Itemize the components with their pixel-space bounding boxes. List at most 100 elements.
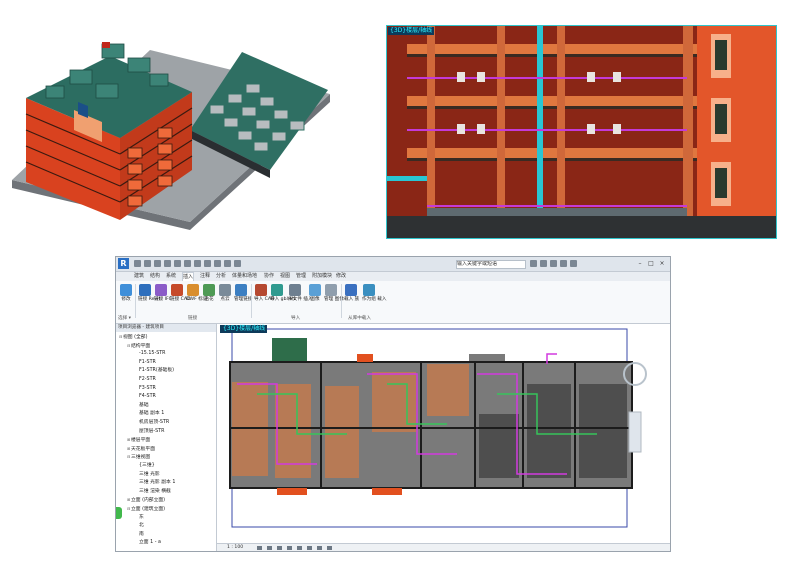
- tab-annotate[interactable]: 注释: [200, 272, 210, 281]
- insert-from-file-button[interactable]: 从文件 插入: [288, 284, 312, 302]
- load-family-button[interactable]: 载入 族: [344, 284, 359, 302]
- tab-analyze[interactable]: 分析: [216, 272, 226, 281]
- tab-manage[interactable]: 管理: [296, 272, 306, 281]
- tree-item[interactable]: 屋顶层-STR: [135, 429, 164, 435]
- tree-item[interactable]: F1-STR: [135, 360, 156, 366]
- manage-links-label: 管理链接: [234, 297, 253, 302]
- sun-path-icon[interactable]: [277, 546, 282, 550]
- tab-collaborate[interactable]: 协作: [264, 272, 274, 281]
- manage-images-button[interactable]: 管理 图像: [324, 284, 344, 302]
- favorites-icon[interactable]: [560, 260, 567, 267]
- tree-item[interactable]: 基础 副本 1: [135, 411, 164, 417]
- point-cloud-icon: [219, 284, 231, 296]
- tree-item[interactable]: ⊟视图 (全部): [119, 334, 147, 341]
- thin-lines-icon[interactable]: [224, 260, 231, 267]
- save-icon[interactable]: [144, 260, 151, 267]
- help-icon[interactable]: [570, 260, 577, 267]
- tree-item[interactable]: 三维 光影: [135, 472, 160, 478]
- communication-icon[interactable]: [550, 260, 557, 267]
- show-crop-region-icon[interactable]: [307, 546, 312, 550]
- tree-item[interactable]: F2-STR: [135, 377, 156, 383]
- tab-structure[interactable]: 结构: [150, 272, 160, 281]
- drawing-canvas[interactable]: {3D}楼层/轴线: [217, 324, 670, 543]
- tree-item-label: 基础: [139, 402, 149, 408]
- open-icon[interactable]: [134, 260, 141, 267]
- point-cloud-button[interactable]: 点云: [218, 284, 232, 302]
- dwf-markup-button[interactable]: DWF 标记: [186, 284, 207, 302]
- tab-architecture[interactable]: 建筑: [134, 272, 144, 281]
- crop-view-icon[interactable]: [297, 546, 302, 550]
- link-cad-button[interactable]: 链接 CAD: [170, 284, 191, 302]
- tree-item[interactable]: 机房层顶-STR: [135, 420, 169, 426]
- load-family-icon: [345, 284, 357, 296]
- tab-systems[interactable]: 系统: [166, 272, 176, 281]
- section-icon[interactable]: [214, 260, 221, 267]
- tree-item[interactable]: F3-STR: [135, 386, 156, 392]
- image-button[interactable]: 图像: [308, 284, 322, 302]
- modify-button[interactable]: 修改: [119, 284, 133, 302]
- tree-item[interactable]: 南: [135, 532, 144, 538]
- tree-item-label: 三维视图: [131, 455, 151, 461]
- load-as-group-button[interactable]: 作为组 载入: [362, 284, 386, 302]
- visual-style-icon[interactable]: [267, 546, 272, 550]
- tree-item[interactable]: F4-STR: [135, 394, 156, 400]
- steeringwheel-tab[interactable]: [116, 507, 122, 519]
- ribbon-group-select[interactable]: 选择 ▾: [118, 315, 131, 321]
- tree-item-label: 立面 1 - a: [139, 540, 161, 546]
- import-gbxml-button[interactable]: 导入 gbXML: [270, 284, 296, 302]
- tree-item[interactable]: 立面 1 - a: [135, 540, 161, 546]
- tree-item[interactable]: ⊟立面 (建筑立面): [127, 506, 165, 513]
- tree-item[interactable]: ⊟三维视图: [127, 454, 150, 461]
- tree-item-label: 东: [139, 514, 144, 520]
- app-menu-button[interactable]: R: [118, 258, 129, 269]
- redo-icon[interactable]: [164, 260, 171, 267]
- tree-item-label: 视图 (全部): [123, 335, 148, 340]
- tree-item[interactable]: F1-STR(基础板): [135, 368, 174, 374]
- tree-item[interactable]: ⊞立面 (内部立面): [127, 497, 165, 504]
- tree-item-label: F1-STR: [139, 359, 156, 365]
- detail-level-icon[interactable]: [257, 546, 262, 550]
- tree-item[interactable]: 基础: [135, 403, 149, 409]
- decal-button[interactable]: 贴花: [202, 284, 216, 302]
- isometric-building-view: [10, 10, 355, 235]
- print-icon[interactable]: [174, 260, 181, 267]
- tab-view[interactable]: 视图: [280, 272, 290, 281]
- tree-item[interactable]: ⊟结构平面: [127, 343, 150, 350]
- text-icon[interactable]: [194, 260, 201, 267]
- tree-item[interactable]: ⊞天花板平面: [127, 446, 155, 453]
- tree-item[interactable]: 三维 光影 副本 1: [135, 480, 175, 486]
- link-revit-button[interactable]: 链接 Revit: [138, 284, 160, 302]
- tree-item[interactable]: {三维}: [135, 463, 155, 469]
- measure-icon[interactable]: [184, 260, 191, 267]
- import-cad-button[interactable]: 导入 CAD: [254, 284, 275, 302]
- view-control-bar: 1 : 100: [217, 543, 670, 551]
- tab-massing-site[interactable]: 体量和场地: [232, 272, 257, 281]
- ribbon-panel: 修改 链接 Revit 链接 IFC 链接 CAD DWF 标记 贴花 点云 管…: [116, 281, 670, 324]
- tree-item[interactable]: ⊞楼层平面: [127, 437, 150, 444]
- search-icon[interactable]: [530, 260, 537, 267]
- link-ifc-button[interactable]: 链接 IFC: [154, 284, 172, 302]
- tree-item-label: F2-STR: [139, 377, 156, 382]
- view-name-tag: {3D}楼层/轴线: [388, 27, 435, 35]
- tree-item[interactable]: -15.15-STR: [135, 351, 166, 357]
- undo-icon[interactable]: [154, 260, 161, 267]
- close-hidden-icon[interactable]: [234, 260, 241, 267]
- manage-links-button[interactable]: 管理链接: [234, 284, 253, 302]
- tab-modify[interactable]: 修改: [336, 272, 346, 281]
- tab-add-ins[interactable]: 附加模块: [312, 272, 332, 281]
- temporary-hide-icon[interactable]: [317, 546, 322, 550]
- shadows-icon[interactable]: [287, 546, 292, 550]
- maximize-button[interactable]: □: [647, 260, 655, 267]
- view-scale[interactable]: 1 : 100: [227, 544, 243, 551]
- reveal-hidden-icon[interactable]: [327, 546, 332, 550]
- 3d-view-icon[interactable]: [204, 260, 211, 267]
- minimize-button[interactable]: –: [636, 260, 644, 267]
- tree-item[interactable]: 北: [135, 523, 144, 529]
- close-button[interactable]: ×: [658, 260, 666, 267]
- tree-item[interactable]: 东: [135, 515, 144, 521]
- tree-item[interactable]: 三维 渲染 横截: [135, 489, 171, 495]
- search-input[interactable]: 输入关键字或短语: [456, 260, 526, 269]
- subscription-icon[interactable]: [540, 260, 547, 267]
- project-browser-title: 项目浏览器 - 建筑项目: [116, 324, 216, 332]
- ribbon-group-load-from-library: 从库中载入: [348, 316, 371, 321]
